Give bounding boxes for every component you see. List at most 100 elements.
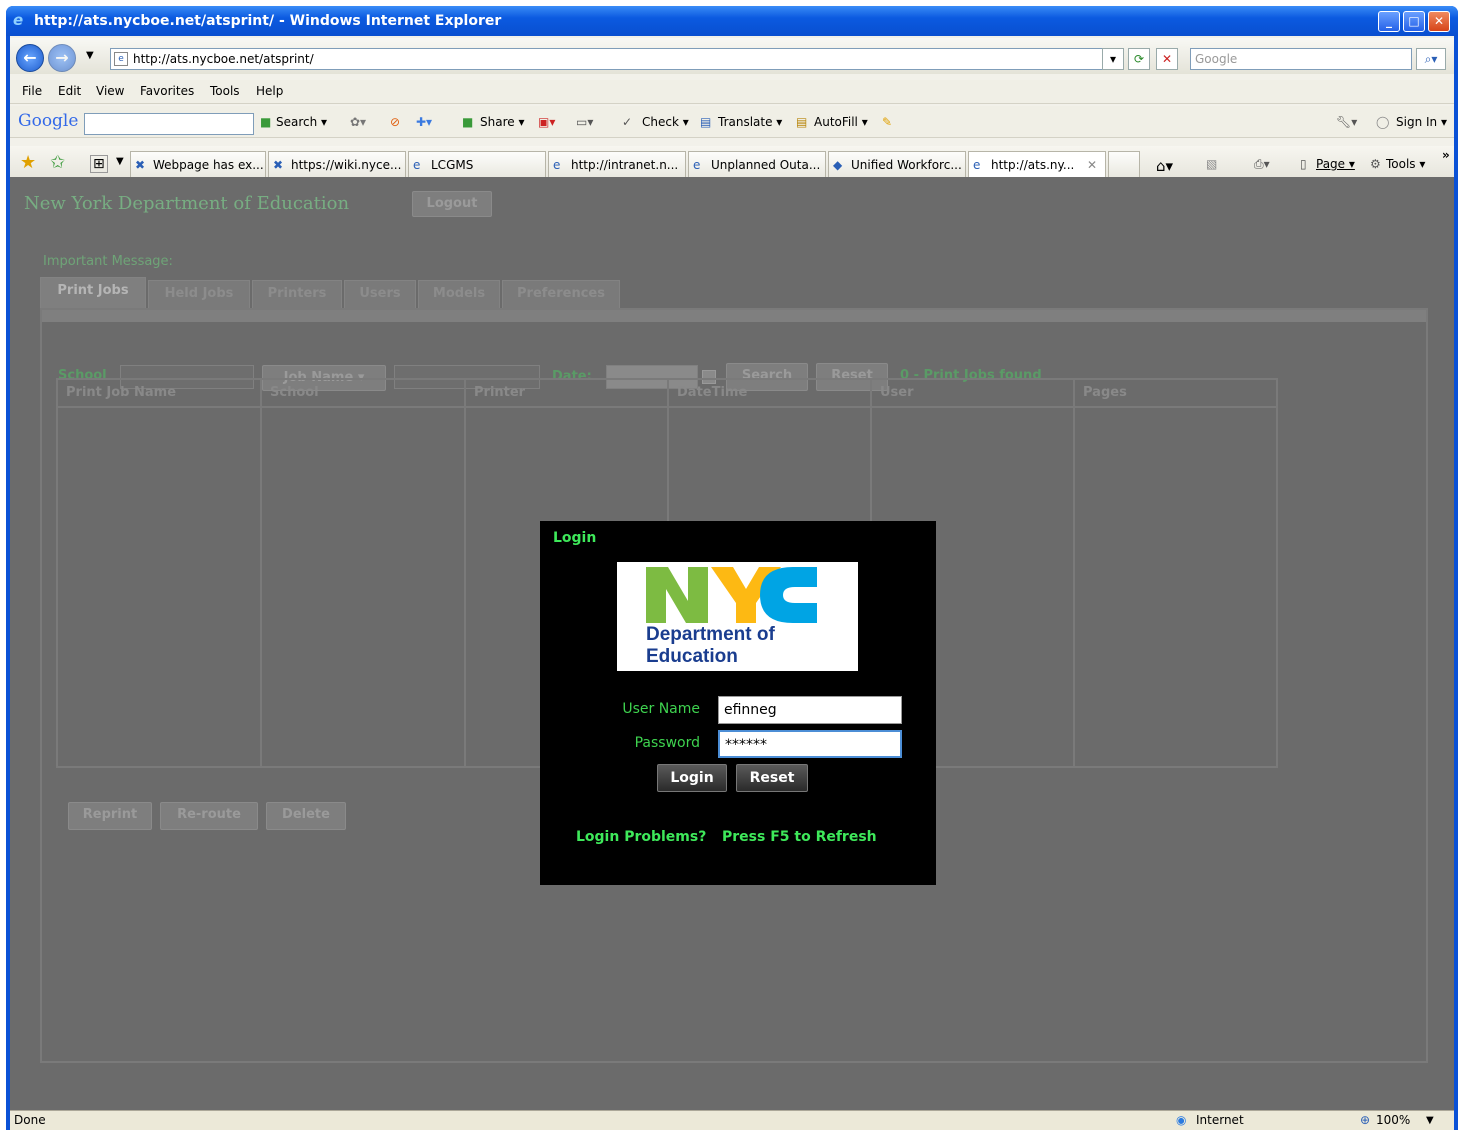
bookmark-icon[interactable]: ✿▾ [350, 115, 366, 129]
ie-page-icon: e [413, 158, 421, 172]
highlight-icon[interactable]: ✎ [882, 115, 892, 129]
login-button[interactable]: Login [657, 764, 727, 792]
logout-button[interactable]: Logout [412, 191, 492, 217]
refresh-button[interactable]: ⟳ [1128, 48, 1150, 70]
forward-arrow-icon: → [55, 48, 69, 67]
tab-bar: ★ ✩ ⊞ ▼ ✖ Webpage has ex... ✖ https://wiki… [10, 146, 1454, 180]
ie-logo-icon: e [13, 11, 24, 29]
tab-print-jobs[interactable]: Print Jobs [40, 277, 146, 309]
url-field[interactable]: e http://ats.nycboe.net/atsprint/ [110, 48, 1120, 70]
field-icon[interactable]: ▭▾ [576, 115, 593, 129]
popup-icon[interactable]: ▣▾ [538, 115, 555, 129]
history-dropdown-icon[interactable]: ▼ [86, 50, 94, 61]
tab-label: Unplanned Outa... [711, 158, 821, 172]
translate-button[interactable]: Translate ▾ [718, 115, 782, 129]
menu-edit[interactable]: Edit [58, 84, 81, 98]
username-field[interactable]: efinneg [718, 696, 902, 724]
table-column: School [262, 380, 466, 766]
share-button[interactable]: Share ▾ [480, 115, 524, 129]
login-problems-link[interactable]: Login Problems? [576, 829, 706, 845]
browser-tab-2[interactable]: ✖ https://wiki.nyce... [268, 151, 406, 179]
status-bar: Done ◉ Internet ⊕ 100% ▼ [10, 1110, 1454, 1130]
zoom-level[interactable]: 100% [1376, 1111, 1410, 1130]
close-window-button[interactable]: ✕ [1428, 11, 1450, 32]
sign-in-button[interactable]: Sign In ▾ [1396, 115, 1447, 129]
delete-button[interactable]: Delete [266, 802, 346, 830]
login-dialog-title: Login [553, 530, 597, 546]
browser-tab-5[interactable]: e Unplanned Outa... [688, 151, 826, 179]
ie-page-icon: e [553, 158, 561, 172]
close-tab-icon[interactable]: ✕ [1087, 152, 1097, 178]
reset-button[interactable]: Reset [736, 764, 808, 792]
password-field[interactable]: ****** [718, 730, 902, 758]
tab-held-jobs[interactable]: Held Jobs [148, 280, 250, 308]
browser-tab-6[interactable]: ◆ Unified Workforc... [828, 151, 966, 179]
username-label: User Name [622, 701, 700, 717]
column-header-school[interactable]: School [262, 380, 464, 408]
reprint-button[interactable]: Reprint [68, 802, 152, 830]
column-header-print-job-name[interactable]: Print Job Name [58, 380, 260, 408]
google-toolbar: Google ■ Search ▾ ✿▾ ⊘ ✚▾ ■ Share ▾ ▣▾ ▭… [10, 106, 1454, 138]
chevron-more-icon[interactable]: » [1442, 148, 1450, 162]
google-search-button[interactable]: Search ▾ [276, 115, 327, 129]
tab-preferences[interactable]: Preferences [502, 280, 620, 308]
maximize-button[interactable]: □ [1403, 11, 1425, 32]
menu-favorites[interactable]: Favorites [140, 84, 194, 98]
reroute-button[interactable]: Re-route [160, 802, 258, 830]
google-search-input[interactable] [84, 113, 254, 135]
ie-page-icon: e [973, 158, 981, 172]
browser-tab-1[interactable]: ✖ Webpage has ex... [130, 151, 266, 179]
back-button[interactable]: ← [16, 44, 44, 72]
home-icon[interactable]: ⌂▾ [1156, 157, 1173, 175]
browser-tab-active[interactable]: e http://ats.ny... ✕ [968, 151, 1106, 179]
forward-button[interactable]: → [48, 44, 76, 72]
menu-help[interactable]: Help [256, 84, 283, 98]
stop-button[interactable]: ✕ [1156, 48, 1178, 70]
menu-bar: File Edit View Favorites Tools Help [10, 80, 1454, 104]
table-column: Print Job Name [58, 380, 262, 766]
column-header-pages[interactable]: Pages [1075, 380, 1276, 408]
back-arrow-icon: ← [23, 48, 37, 67]
column-header-user[interactable]: User [872, 380, 1073, 408]
address-bar: ← → ▼ e http://ats.nycboe.net/atsprint/ … [10, 38, 1454, 74]
search-input[interactable]: Google [1190, 48, 1412, 70]
search-button[interactable]: ⌕▾ [1416, 48, 1446, 70]
zoom-dropdown-icon[interactable]: ▼ [1426, 1111, 1434, 1130]
quick-tabs-icon[interactable]: ⊞ [90, 155, 108, 173]
menu-file[interactable]: File [22, 84, 42, 98]
url-dropdown-button[interactable]: ▾ [1102, 48, 1124, 70]
tools-gear-icon: ⚙ [1370, 157, 1381, 171]
tab-label: Webpage has ex... [153, 158, 264, 172]
print-icon[interactable]: ⎙▾ [1254, 157, 1270, 172]
favorites-star-icon[interactable]: ★ [20, 152, 36, 173]
check-button[interactable]: Check ▾ [642, 115, 689, 129]
table-column: Pages [1075, 380, 1276, 766]
new-tab-button[interactable] [1108, 151, 1140, 179]
tools-menu-button[interactable]: Tools ▾ [1386, 157, 1425, 171]
wrench-icon[interactable]: 🔧︎▾ [1336, 115, 1357, 129]
tab-label: http://intranet.n... [571, 158, 679, 172]
tab-label: http://ats.ny... [991, 158, 1075, 172]
tab-label: LCGMS [431, 158, 474, 172]
column-header-datetime[interactable]: DateTime [669, 380, 870, 408]
tab-printers[interactable]: Printers [252, 280, 342, 308]
autofill-button[interactable]: AutoFill ▾ [814, 115, 868, 129]
browser-tab-3[interactable]: e LCGMS [408, 151, 546, 179]
wiki-icon: ✖ [273, 158, 284, 172]
logo-education-text: Education [646, 646, 738, 667]
tab-models[interactable]: Models [418, 280, 500, 308]
column-header-printer[interactable]: Printer [466, 380, 667, 408]
menu-tools[interactable]: Tools [210, 84, 240, 98]
tab-users[interactable]: Users [344, 280, 416, 308]
feeds-icon[interactable]: ▧ [1206, 157, 1217, 171]
minimize-button[interactable]: _ [1378, 11, 1400, 32]
browser-tab-4[interactable]: e http://intranet.n... [548, 151, 686, 179]
menu-view[interactable]: View [96, 84, 124, 98]
workforce-icon: ◆ [833, 158, 843, 172]
plus-icon[interactable]: ✚▾ [416, 115, 432, 129]
page-viewport: New York Department of Education Logout … [10, 177, 1454, 1110]
add-favorite-icon[interactable]: ✩ [50, 152, 65, 173]
tab-list-dropdown-icon[interactable]: ▼ [116, 156, 124, 167]
page-menu-button[interactable]: Page ▾ [1316, 157, 1355, 171]
spell-icon[interactable]: ⊘ [390, 115, 400, 129]
